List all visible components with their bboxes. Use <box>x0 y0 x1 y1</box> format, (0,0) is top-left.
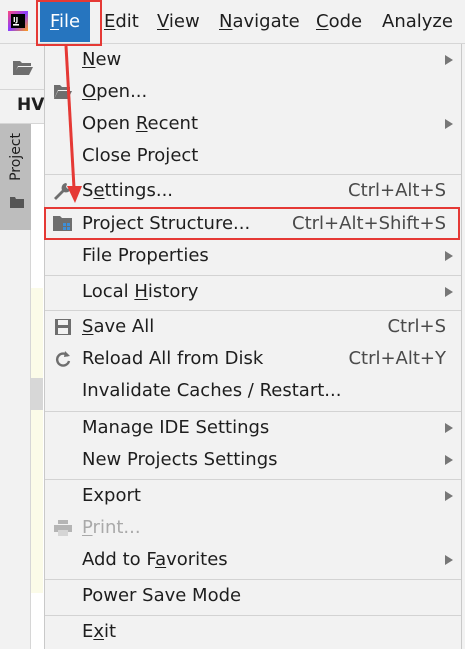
menu-item-settings[interactable]: Settings... Ctrl+Alt+S <box>45 175 461 207</box>
folder-icon <box>10 197 24 208</box>
menu-navigate[interactable]: Navigate <box>219 0 300 44</box>
menu-item-label: New Projects Settings <box>82 449 278 470</box>
menu-edit[interactable]: Edit <box>104 0 139 44</box>
submenu-arrow-icon <box>445 287 453 297</box>
menu-item-power-save-mode[interactable]: Power Save Mode <box>45 580 461 612</box>
editor-highlight-region <box>31 288 43 593</box>
menu-item-label: Invalidate Caches / Restart... <box>82 380 342 401</box>
menu-item-project-structure[interactable]: Project Structure... Ctrl+Alt+Shift+S <box>45 208 461 240</box>
menu-item-export[interactable]: Export <box>45 480 461 512</box>
menu-file[interactable]: File <box>40 2 91 42</box>
intellij-logo-icon[interactable]: IJ <box>8 11 28 31</box>
menu-item-label: Power Save Mode <box>82 585 242 606</box>
menu-item-shortcut: Ctrl+Alt+S <box>348 180 446 201</box>
menu-item-label: Export <box>82 485 141 506</box>
menu-item-shortcut: Ctrl+Alt+Shift+S <box>292 213 446 234</box>
menu-item-manage-ide-settings[interactable]: Manage IDE Settings <box>45 412 461 444</box>
menu-item-label: File Properties <box>82 245 209 266</box>
menu-analyze[interactable]: Analyze <box>382 0 453 44</box>
open-folder-icon[interactable] <box>12 58 34 76</box>
submenu-arrow-icon <box>445 491 453 501</box>
menu-item-print: Print... <box>45 512 461 544</box>
submenu-arrow-icon <box>445 119 453 129</box>
menu-item-shortcut: Ctrl+Alt+Y <box>348 348 446 369</box>
menu-item-label: Settings... <box>82 180 174 201</box>
submenu-arrow-icon <box>445 251 453 261</box>
submenu-arrow-icon <box>445 555 453 565</box>
menu-item-save-all[interactable]: Save All Ctrl+S <box>45 311 461 343</box>
menu-item-label: Save All <box>82 316 155 337</box>
menu-view[interactable]: View <box>157 0 200 44</box>
menu-item-file-properties[interactable]: File Properties <box>45 240 461 272</box>
submenu-arrow-icon <box>445 455 453 465</box>
project-structure-icon <box>53 216 72 231</box>
menu-item-new[interactable]: New <box>45 44 461 76</box>
menu-item-label: New <box>82 49 122 70</box>
menu-item-label: Add to Favorites <box>82 549 228 570</box>
reload-icon <box>56 351 71 367</box>
editor-caret-row <box>31 378 43 410</box>
menu-item-new-projects-settings[interactable]: New Projects Settings <box>45 444 461 476</box>
editor-tab[interactable]: HV <box>17 95 44 115</box>
menu-item-label: Local History <box>82 281 199 302</box>
menu-item-open-recent[interactable]: Open Recent <box>45 108 461 140</box>
menu-bar: IJ File Edit View Navigate Code Analyze <box>0 0 465 44</box>
menu-item-label: Manage IDE Settings <box>82 417 270 438</box>
menu-item-label: Open Recent <box>82 113 199 134</box>
menu-item-invalidate-caches[interactable]: Invalidate Caches / Restart... <box>45 375 461 407</box>
menu-item-local-history[interactable]: Local History <box>45 276 461 308</box>
menu-item-label: Exit <box>82 621 117 642</box>
menu-item-add-to-favorites[interactable]: Add to Favorites <box>45 544 461 576</box>
menu-item-label: Project Structure... <box>82 213 251 234</box>
svg-text:IJ: IJ <box>13 16 18 24</box>
menu-item-open[interactable]: Open... <box>45 76 461 108</box>
menu-code[interactable]: Code <box>316 0 362 44</box>
menu-item-shortcut: Ctrl+S <box>387 316 446 337</box>
menu-item-label: Close Project <box>82 145 199 166</box>
menu-item-exit[interactable]: Exit <box>45 616 461 648</box>
save-icon <box>55 319 71 335</box>
menu-item-reload-all[interactable]: Reload All from Disk Ctrl+Alt+Y <box>45 343 461 375</box>
project-tool-label: Project <box>8 133 24 181</box>
wrench-icon <box>54 183 71 200</box>
menu-item-label: Print... <box>82 517 141 538</box>
menu-item-label: Reload All from Disk <box>82 348 264 369</box>
print-icon <box>54 520 72 536</box>
submenu-arrow-icon <box>445 55 453 65</box>
submenu-arrow-icon <box>445 423 453 433</box>
folder-open-icon <box>54 85 72 99</box>
menu-item-close-project[interactable]: Close Project <box>45 140 461 172</box>
menu-item-label: Open... <box>82 81 148 102</box>
file-menu-dropdown: New Open... Open Recent Close Project Se… <box>44 44 462 649</box>
